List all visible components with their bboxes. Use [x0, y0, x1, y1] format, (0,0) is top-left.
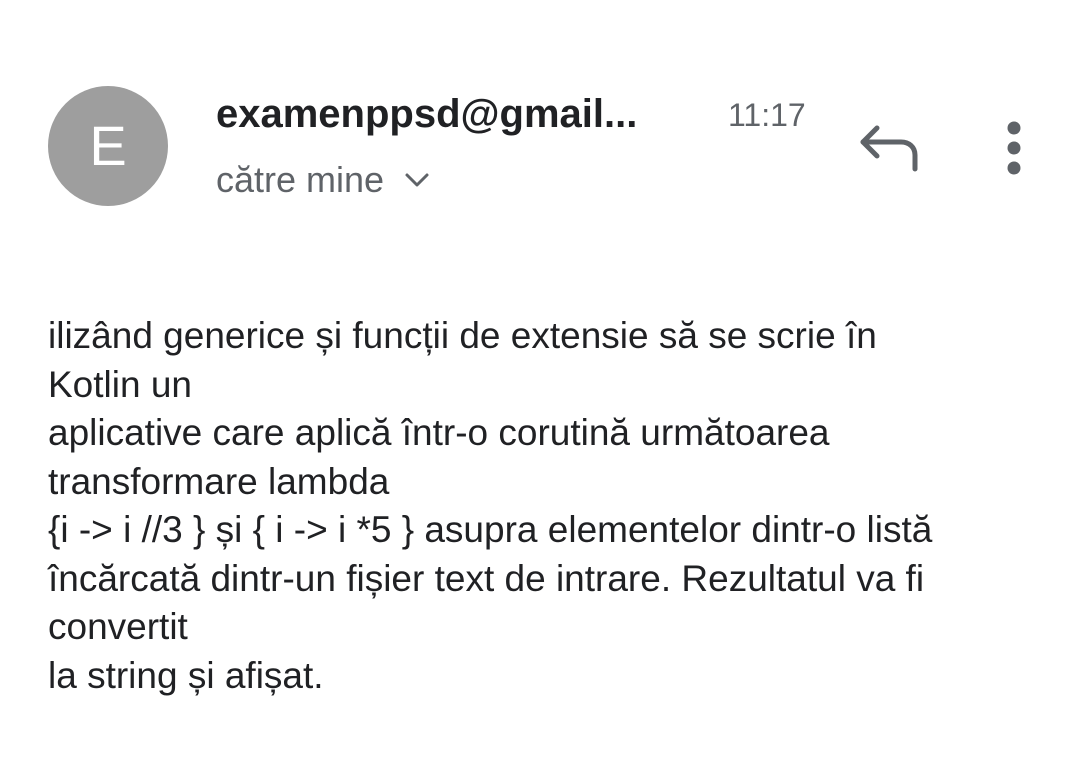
reply-button[interactable] — [852, 116, 924, 180]
message-line: la string și afișat. — [48, 654, 324, 696]
message-line: Kotlin un — [48, 363, 192, 405]
message-line: convertit — [48, 606, 188, 647]
message-line: {i -> i //3 } și { i -> i *5 } asupra el… — [48, 509, 933, 550]
message-line: ilizând generice și funcții de extensie … — [48, 315, 877, 356]
more-options-button[interactable] — [986, 112, 1042, 184]
recipient-details-toggle[interactable]: către mine — [216, 158, 430, 202]
chevron-down-icon — [405, 173, 429, 187]
reply-icon — [860, 125, 918, 172]
message-time: 11:17 — [728, 97, 806, 133]
more-vert-icon — [1007, 121, 1021, 175]
sender-name[interactable]: examenppsd@gmail... — [216, 90, 637, 138]
avatar-letter: E — [89, 114, 127, 177]
recipient-label: către mine — [216, 159, 385, 200]
avatar[interactable]: E — [48, 86, 168, 206]
message-body: ilizând generice și funcții de extensie … — [48, 312, 1048, 700]
message-line: aplicative care aplică într-o corutină u… — [48, 412, 830, 453]
message-line: transformare lambda — [48, 460, 390, 502]
message-line: încărcată dintr-un fișier text de intrar… — [48, 557, 925, 599]
